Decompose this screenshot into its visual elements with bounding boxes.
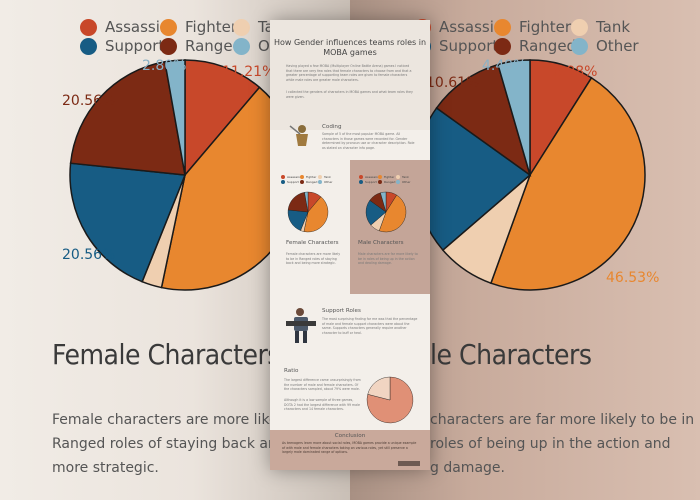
female-pct-other: 2.80% — [142, 58, 187, 74]
conclusion-text: As teenagers learn more about social rol… — [282, 441, 417, 455]
support-roles-heading: Support Roles — [322, 308, 361, 314]
male-text-line: characters are far more likely to be in — [430, 412, 695, 428]
female-heading: Female Characters — [52, 338, 280, 371]
ratio-text-2: Although it is a low sample of three gam… — [284, 398, 360, 412]
male-pct-fighter: 46.53% — [606, 270, 660, 286]
male-pct-assassin: 8.98% — [553, 64, 598, 80]
female-pct-assassin: 11.21% — [222, 64, 276, 80]
female-pct-ranged: 20.56% — [62, 93, 116, 109]
mini-male-text: Male characters are far more likely to b… — [358, 252, 418, 266]
mini-female-text: Female characters are more likely to be … — [286, 252, 341, 266]
male-pct-ranged: 10.61% — [426, 75, 480, 91]
infographic-poster: How Gender influences teams roles in MOB… — [270, 20, 430, 470]
male-heading: le Characters — [430, 338, 592, 371]
ratio-heading: Ratio — [284, 368, 299, 374]
male-pct-other: 4.49% — [482, 58, 527, 74]
support-soldier-icon — [286, 308, 316, 343]
female-pct-support: 20.56% — [62, 247, 116, 263]
conclusion-heading: Conclusion — [334, 433, 366, 439]
mini-female-heading: Female Characters — [286, 240, 339, 246]
male-text-line: roles of being up in the action and — [430, 436, 671, 452]
ratio-text: The largest difference came unsurprising… — [284, 378, 361, 392]
ratio-pie — [366, 376, 414, 424]
support-roles-text: The most surprising finding for me was t… — [322, 317, 418, 335]
footer-badge — [398, 461, 420, 466]
male-text-line: g damage. — [430, 460, 505, 476]
mini-male-heading: Male Characters — [358, 240, 404, 246]
male-description: characters are far more likely to be in … — [430, 408, 694, 480]
